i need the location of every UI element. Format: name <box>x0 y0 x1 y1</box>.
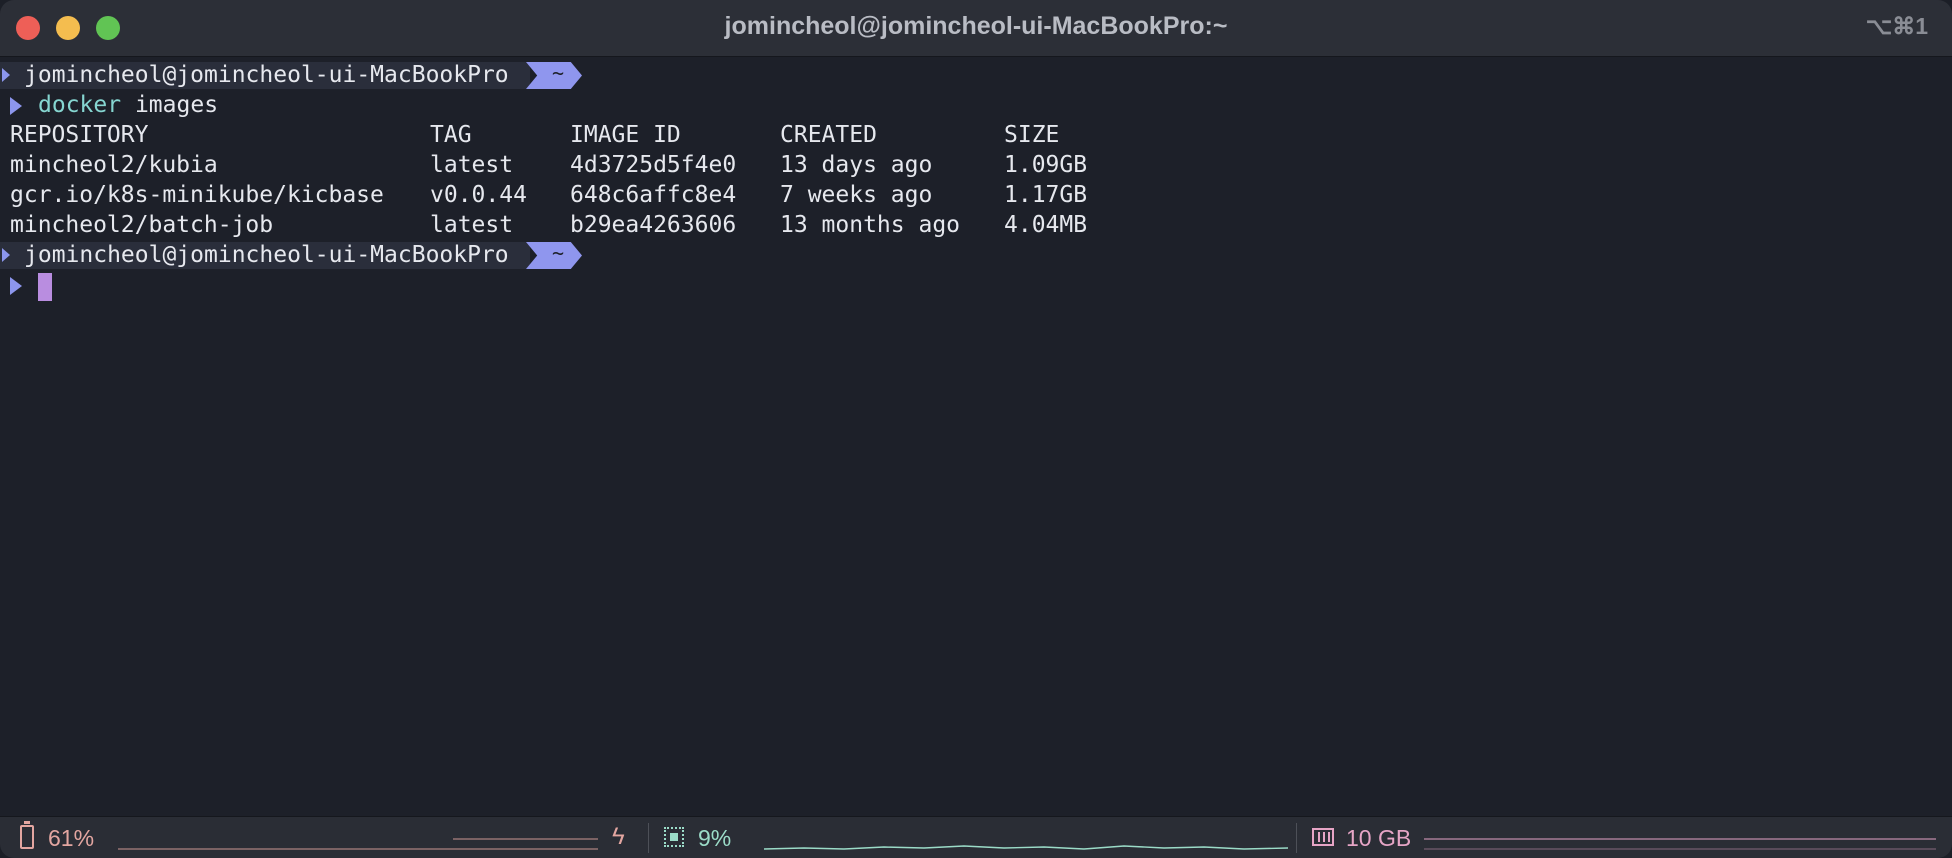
battery-percent: 61% <box>48 825 95 851</box>
input-chevron-icon <box>10 97 22 115</box>
prompt-line: jomincheol@jomincheol-ui-MacBookPro ~ <box>0 60 1952 90</box>
text-cursor <box>38 273 52 301</box>
header-image-id: IMAGE ID <box>570 122 681 148</box>
battery-graph <box>118 838 598 850</box>
created-cell: 7 weeks ago <box>780 182 933 208</box>
terminal-content[interactable]: jomincheol@jomincheol-ui-MacBookPro ~ do… <box>0 60 1952 301</box>
tag-cell: latest <box>430 212 514 238</box>
image-id-cell: b29ea4263606 <box>570 212 737 238</box>
prompt-host: jomincheol@jomincheol-ui-MacBookPro <box>24 62 509 88</box>
table-header: REPOSITORY TAG IMAGE ID CREATED SIZE <box>0 120 1952 150</box>
prompt-line: jomincheol@jomincheol-ui-MacBookPro ~ <box>0 240 1952 270</box>
cpu-graph <box>764 845 1288 850</box>
memory-usage: 10 GB <box>1346 825 1412 851</box>
separator <box>648 823 649 853</box>
tag-cell: latest <box>430 152 514 178</box>
prompt-dir: ~ <box>552 241 565 265</box>
repository-cell: mincheol2/batch-job <box>10 212 274 238</box>
image-id-cell: 4d3725d5f4e0 <box>570 152 737 178</box>
separator <box>1296 823 1297 853</box>
tag-cell: v0.0.44 <box>430 182 527 208</box>
prompt-chevron-icon <box>2 248 10 262</box>
window-shortcut: ⌥⌘1 <box>1865 13 1928 39</box>
image-id-cell: 648c6affc8e4 <box>570 182 737 208</box>
charging-icon: ϟ <box>612 823 625 850</box>
repository-cell: mincheol2/kubia <box>10 152 218 178</box>
size-cell: 1.17GB <box>1004 182 1088 208</box>
input-chevron-icon <box>10 277 22 295</box>
created-cell: 13 days ago <box>780 152 933 178</box>
battery-icon <box>20 821 34 849</box>
prompt-dir: ~ <box>552 61 565 85</box>
header-size: SIZE <box>1004 122 1060 148</box>
memory-graph <box>1424 838 1936 850</box>
size-cell: 4.04MB <box>1004 212 1088 238</box>
cpu-icon <box>664 827 684 847</box>
memory-icon <box>1312 828 1334 846</box>
input-line[interactable] <box>0 270 1952 301</box>
terminal-window: jomincheol@jomincheol-ui-MacBookPro:~ ⌥⌘… <box>0 0 1952 858</box>
window-title: jomincheol@jomincheol-ui-MacBookPro:~ <box>724 12 1228 40</box>
header-tag: TAG <box>430 122 472 148</box>
header-created: CREATED <box>780 122 877 148</box>
header-repository: REPOSITORY <box>10 122 149 148</box>
size-cell: 1.09GB <box>1004 152 1088 178</box>
status-bar: 61% ϟ 9% 10 GB <box>0 816 1952 858</box>
command-args: images <box>134 92 219 118</box>
table-row: mincheol2/batch-job latest b29ea4263606 … <box>0 210 1952 240</box>
command-line: docker images <box>0 90 1952 120</box>
repository-cell: gcr.io/k8s-minikube/kicbase <box>10 182 384 208</box>
title-bar: jomincheol@jomincheol-ui-MacBookPro:~ ⌥⌘… <box>0 0 1952 57</box>
prompt-host: jomincheol@jomincheol-ui-MacBookPro <box>24 242 509 268</box>
prompt-chevron-icon <box>2 68 10 82</box>
table-row: mincheol2/kubia latest 4d3725d5f4e0 13 d… <box>0 150 1952 180</box>
table-row: gcr.io/k8s-minikube/kicbase v0.0.44 648c… <box>0 180 1952 210</box>
command-name: docker <box>38 92 122 118</box>
cpu-percent: 9% <box>698 825 732 851</box>
created-cell: 13 months ago <box>780 212 961 238</box>
